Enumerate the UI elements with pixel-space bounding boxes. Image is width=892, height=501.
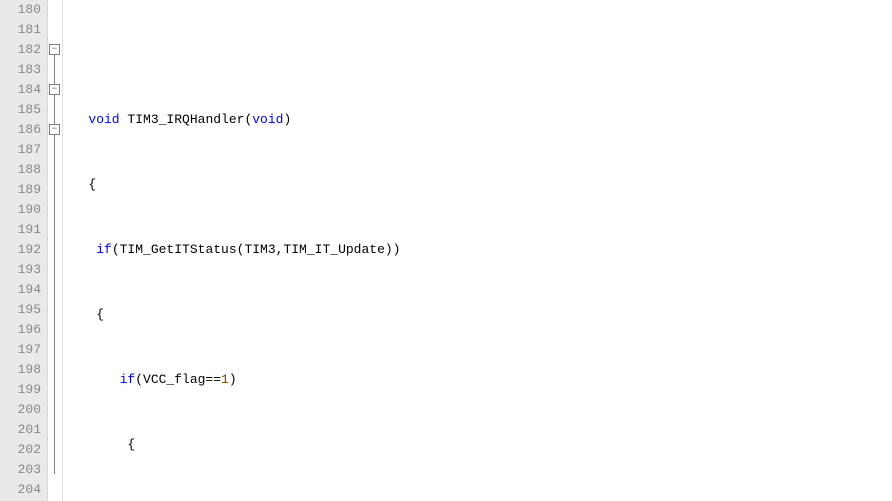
keyword-if: if [120,372,136,387]
fold-toggle[interactable]: − [49,84,60,95]
line-number: 203 [0,460,41,480]
code-line[interactable]: if(VCC_flag==1) [65,370,892,390]
line-number: 202 [0,440,41,460]
line-number: 196 [0,320,41,340]
fold-toggle[interactable]: − [49,44,60,55]
line-number: 181 [0,20,41,40]
line-number: 188 [0,160,41,180]
line-number: 189 [0,180,41,200]
line-number: 183 [0,60,41,80]
code-area[interactable]: void TIM3_IRQHandler(void) { if(TIM_GetI… [63,0,892,501]
line-number-gutter: 1801811821831841851861871881891901911921… [0,0,48,501]
line-number: 197 [0,340,41,360]
code-line[interactable] [65,45,892,65]
line-number: 182 [0,40,41,60]
line-number: 194 [0,280,41,300]
line-number: 180 [0,0,41,20]
code-line[interactable]: if(TIM_GetITStatus(TIM3,TIM_IT_Update)) [65,240,892,260]
line-number: 193 [0,260,41,280]
line-number: 186 [0,120,41,140]
keyword-void: void [252,112,283,127]
code-line[interactable]: { [65,305,892,325]
code-line[interactable]: void TIM3_IRQHandler(void) [65,110,892,130]
line-number: 200 [0,400,41,420]
line-number: 199 [0,380,41,400]
line-number: 204 [0,480,41,500]
code-line[interactable]: { [65,435,892,455]
line-number: 192 [0,240,41,260]
code-editor[interactable]: 1801811821831841851861871881891901911921… [0,0,892,501]
line-number: 187 [0,140,41,160]
line-number: 195 [0,300,41,320]
line-number: 185 [0,100,41,120]
fold-margin[interactable]: − − − [48,0,63,501]
keyword-void: void [88,112,119,127]
line-number: 201 [0,420,41,440]
number-literal: 1 [221,372,229,387]
code-line[interactable]: { [65,175,892,195]
line-number: 184 [0,80,41,100]
line-number: 191 [0,220,41,240]
fold-toggle[interactable]: − [49,124,60,135]
keyword-if: if [96,242,112,257]
line-number: 190 [0,200,41,220]
line-number: 198 [0,360,41,380]
